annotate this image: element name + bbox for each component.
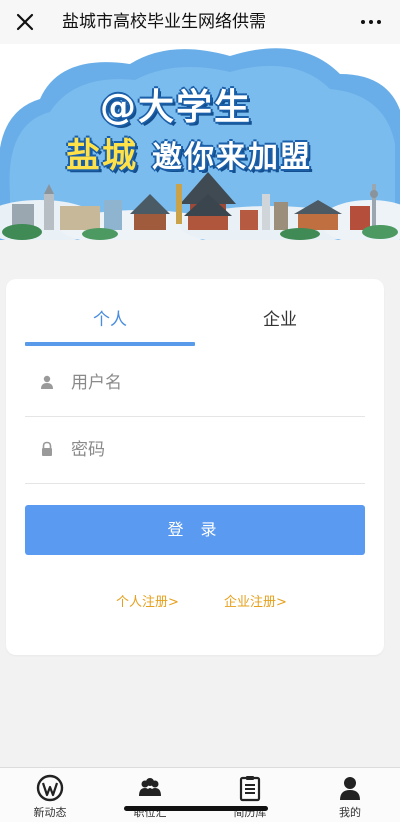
- tabbar-item-news[interactable]: 新动态: [0, 768, 100, 822]
- banner-headline: @大学生: [100, 87, 253, 128]
- bottom-tab-bar: 新动态 职位汇 简历库 我的: [0, 767, 400, 822]
- home-indicator: [124, 806, 268, 811]
- banner-slogan: 邀你来加盟: [152, 140, 312, 175]
- login-button[interactable]: 登 录: [25, 505, 365, 555]
- password-input[interactable]: [69, 435, 353, 465]
- navigation-bar: 盐城市高校毕业生网络供需: [0, 0, 400, 45]
- active-tab-indicator: [25, 342, 195, 346]
- people-icon: [139, 778, 161, 796]
- username-input[interactable]: [69, 368, 353, 398]
- tab-personal[interactable]: 个人: [25, 299, 195, 341]
- wordpress-icon: [36, 774, 64, 802]
- more-dots-icon: [361, 20, 365, 24]
- more-dot: [377, 20, 381, 24]
- register-company-link[interactable]: 企业注册>: [224, 591, 287, 610]
- tabbar-item-mine[interactable]: 我的: [300, 768, 400, 822]
- person-icon: [340, 777, 360, 800]
- more-dot: [369, 20, 373, 24]
- username-field: [25, 350, 365, 417]
- page-title: 盐城市高校毕业生网络供需: [62, 12, 266, 32]
- tabbar-label: 我的: [339, 806, 361, 819]
- tabbar-item-resumes[interactable]: 简历库: [200, 768, 300, 822]
- password-field: [25, 417, 365, 484]
- promo-banner: @大学生 盐城 邀你来加盟: [0, 44, 400, 240]
- user-icon: [41, 375, 53, 389]
- clipboard-icon: [239, 776, 261, 802]
- tab-company[interactable]: 企业: [195, 299, 365, 341]
- banner-city: 盐城: [66, 136, 138, 176]
- tabbar-label: 新动态: [33, 806, 67, 819]
- close-icon: [16, 13, 34, 31]
- login-card: 个人 企业 登 录 个人注册> 企业注册>: [6, 279, 384, 655]
- register-personal-link[interactable]: 个人注册>: [116, 591, 179, 610]
- lock-icon: [42, 441, 52, 456]
- tabbar-item-jobs[interactable]: 职位汇: [100, 768, 200, 822]
- close-button[interactable]: [10, 7, 40, 37]
- more-button[interactable]: [356, 7, 386, 37]
- account-type-tabs: 个人 企业: [25, 299, 365, 347]
